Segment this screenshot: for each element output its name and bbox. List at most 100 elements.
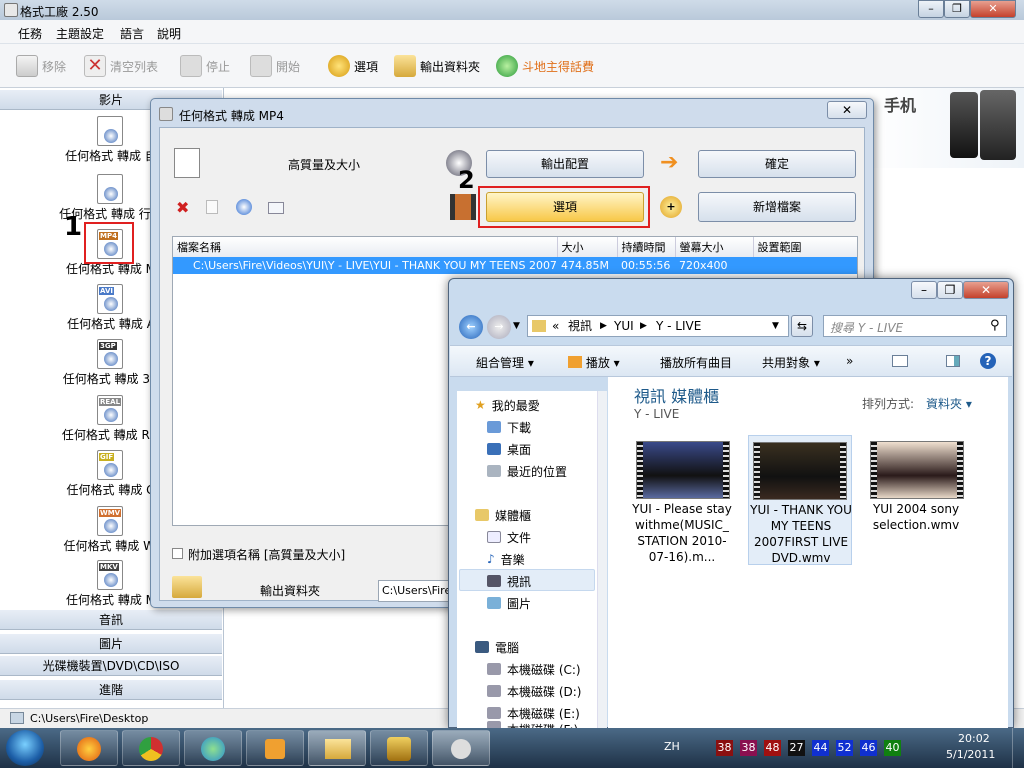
advanced-section-header[interactable]: 進階 [0, 680, 222, 700]
taskbar: ZH 38 38 48 27 44 52 46 40 20:02 5/1/2011 [0, 728, 1024, 768]
output-path-field[interactable]: C:\Users\Fire\ [378, 580, 458, 602]
ime-indicator[interactable]: ZH [664, 740, 680, 753]
file-item-selected[interactable]: YUI - THANK YOU MY TEENS 2007FIRST LIVE … [748, 435, 852, 565]
reel-icon [104, 352, 118, 366]
show-desktop-button[interactable] [1012, 728, 1024, 768]
address-bar[interactable]: « 視訊 ▶ YUI ▶ Y - LIVE ▼ [527, 315, 789, 337]
clear-icon[interactable] [206, 200, 218, 214]
forward-icon[interactable]: → [487, 315, 511, 339]
menu-language[interactable]: 語言 [120, 25, 144, 42]
col-size[interactable]: 大小 [557, 237, 618, 257]
maximize-button[interactable]: ❐ [944, 0, 970, 18]
explorer-close-button[interactable]: ✕ [963, 281, 1009, 299]
play-all-button[interactable]: 播放所有曲目 [660, 354, 732, 371]
back-icon[interactable]: ← [459, 315, 483, 339]
play-menu[interactable]: 播放 ▾ [568, 354, 620, 371]
col-range[interactable]: 設置範圍 [753, 237, 857, 257]
history-dropdown-icon[interactable]: ▼ [513, 321, 520, 331]
start-orb[interactable] [6, 730, 44, 766]
delete-icon[interactable]: ✖ [176, 198, 189, 217]
disc-section-header[interactable]: 光碟機裝置\DVD\CD\ISO [0, 656, 222, 676]
breadcrumb-videos[interactable]: 視訊 [568, 316, 592, 336]
tray-indicator[interactable]: 27 [788, 740, 805, 756]
file-item[interactable]: YUI 2004 sony selection.wmv [864, 435, 970, 565]
col-screen-size[interactable]: 螢幕大小 [675, 237, 754, 257]
nav-downloads[interactable]: 下載 [487, 417, 531, 437]
output-folder-icon[interactable] [172, 576, 202, 598]
clock-date[interactable]: 5/1/2011 [946, 748, 995, 761]
tray-indicator[interactable]: 44 [812, 740, 829, 756]
clear-list-button[interactable]: ✕ 清空列表 [84, 52, 158, 80]
nav-videos[interactable]: 視訊 [487, 571, 531, 591]
banner-ad[interactable]: 手机 [864, 88, 1024, 168]
tray-indicator[interactable]: 48 [764, 740, 781, 756]
taskbar-explorer[interactable] [308, 730, 366, 766]
output-folder-button[interactable]: 輸出資料夾 [394, 52, 480, 80]
start-button[interactable]: 開始 [250, 52, 300, 80]
explorer-minimize-button[interactable]: – [911, 281, 937, 299]
more-commands[interactable]: » [846, 354, 853, 368]
explorer-maximize-button[interactable]: ❐ [937, 281, 963, 299]
tray-indicator[interactable]: 46 [860, 740, 877, 756]
nav-drive-c[interactable]: 本機磁碟 (C:) [487, 659, 581, 679]
breadcrumb-live[interactable]: Y - LIVE [656, 316, 701, 336]
col-duration[interactable]: 持續時間 [617, 237, 676, 257]
reel-icon [104, 519, 118, 533]
tray-indicator[interactable]: 38 [740, 740, 757, 756]
append-option-checkbox[interactable] [172, 548, 183, 559]
help-icon[interactable]: ? [980, 353, 996, 369]
col-filename[interactable]: 檔案名稱 [173, 237, 558, 257]
nav-desktop[interactable]: 桌面 [487, 439, 531, 459]
taskbar-format-factory[interactable] [432, 730, 490, 766]
menu-help[interactable]: 說明 [157, 25, 181, 42]
preview-pane-icon[interactable] [946, 355, 960, 367]
ok-button[interactable]: 確定 [698, 150, 856, 178]
tray-indicator[interactable]: 52 [836, 740, 853, 756]
nav-computer[interactable]: 電腦 [475, 637, 519, 657]
nav-pictures[interactable]: 圖片 [487, 593, 531, 613]
taskbar-app[interactable] [370, 730, 428, 766]
play-icon[interactable] [236, 199, 252, 215]
nav-drive-e[interactable]: 本機磁碟 (E:) [487, 703, 580, 723]
dialog-options-button[interactable]: 選項 [486, 192, 644, 222]
taskbar-chrome[interactable] [122, 730, 180, 766]
output-config-button[interactable]: 輸出配置 [486, 150, 644, 178]
menu-theme[interactable]: 主題設定 [56, 25, 104, 42]
organize-menu[interactable]: 組合管理 ▾ [476, 354, 534, 371]
remove-button[interactable]: 移除 [16, 52, 66, 80]
tray-indicator[interactable]: 38 [716, 740, 733, 756]
audio-section-header[interactable]: 音訊 [0, 610, 222, 630]
taskbar-firefox[interactable] [60, 730, 118, 766]
view-options-icon[interactable] [892, 355, 908, 367]
options-button[interactable]: 選項 [328, 52, 378, 80]
clock-time[interactable]: 20:02 [958, 732, 990, 745]
close-button[interactable]: ✕ [970, 0, 1016, 18]
taskbar-messenger[interactable] [184, 730, 242, 766]
nav-documents[interactable]: 文件 [487, 527, 531, 547]
tray-indicator[interactable]: 40 [884, 740, 901, 756]
nav-music[interactable]: ♪ 音樂 [487, 549, 525, 569]
share-menu[interactable]: 共用對象 ▾ [762, 354, 820, 371]
add-file-button[interactable]: 新增檔案 [698, 192, 856, 222]
info-icon[interactable] [268, 202, 284, 214]
dialog-close-button[interactable]: ✕ [827, 101, 867, 119]
table-row[interactable]: C:\Users\Fire\Videos\YUI\Y - LIVE\YUI - … [173, 257, 857, 274]
nav-drive-d[interactable]: 本機磁碟 (D:) [487, 681, 581, 701]
breadcrumb-overflow[interactable]: « [552, 316, 559, 336]
nav-scrollbar[interactable] [597, 391, 607, 729]
refresh-button[interactable]: ⇆ [791, 315, 813, 337]
file-item[interactable]: YUI - Please stay withme(MUSIC_ STATION … [630, 435, 736, 565]
image-section-header[interactable]: 圖片 [0, 634, 222, 654]
ad-link[interactable]: 斗地主得話費 [496, 52, 594, 80]
nav-favorites[interactable]: ★ 我的最愛 [475, 395, 540, 415]
nav-recent[interactable]: 最近的位置 [487, 461, 567, 481]
stop-button[interactable]: 停止 [180, 52, 230, 80]
search-box[interactable]: 搜尋 Y - LIVE ⚲ [823, 315, 1007, 337]
taskbar-media-player[interactable] [246, 730, 304, 766]
menu-task[interactable]: 任務 [18, 25, 42, 42]
breadcrumb-yui[interactable]: YUI [614, 316, 634, 336]
nav-libraries[interactable]: 媒體櫃 [475, 505, 531, 525]
address-dropdown-icon[interactable]: ▼ [772, 316, 779, 336]
sort-dropdown[interactable]: 資料夾 ▾ [926, 395, 972, 412]
minimize-button[interactable]: – [918, 0, 944, 18]
